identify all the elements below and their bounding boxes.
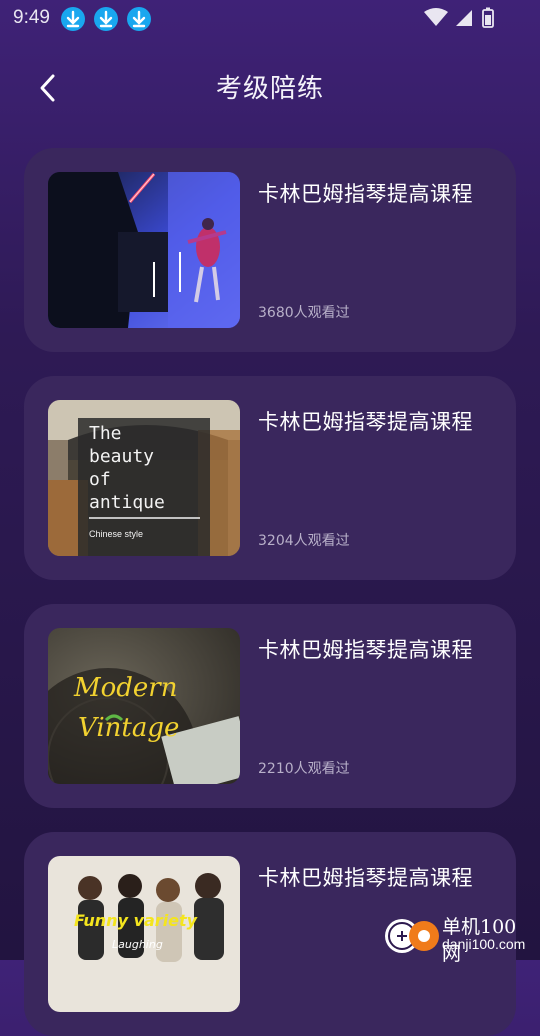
download-icon [61, 7, 85, 31]
course-title: 卡林巴姆指琴提高课程 [258, 866, 473, 890]
thumb-text-line: Funny variety [74, 911, 198, 930]
thumb-text-line: beauty [89, 446, 154, 467]
course-views: 3204人观看过 [258, 533, 350, 549]
course-thumbnail: Funny variety Laughing [48, 856, 240, 1012]
signal-icon [456, 10, 472, 26]
course-title: 卡林巴姆指琴提高课程 [258, 182, 473, 206]
status-bar: 9:49 [0, 0, 540, 36]
battery-icon [482, 7, 494, 28]
thumb-text-line: Modern [73, 673, 177, 703]
thumb-text-line: of [89, 469, 111, 490]
course-thumbnail: Modern Vintage [48, 628, 240, 784]
course-title: 卡林巴姆指琴提高课程 [258, 410, 473, 434]
download-icon [94, 7, 118, 31]
course-thumbnail: The beauty of antique Chinese style [48, 400, 240, 556]
status-time: 9:49 [13, 7, 50, 28]
download-icon [127, 7, 151, 31]
course-views: 3680人观看过 [258, 305, 350, 321]
course-thumbnail [48, 172, 240, 328]
thumb-text-line: Laughing [112, 938, 163, 951]
course-views: 2210人观看过 [258, 761, 350, 777]
course-title: 卡林巴姆指琴提高课程 [258, 638, 473, 662]
thumb-text-line: Vintage [78, 713, 179, 743]
header: 考级陪练 [0, 58, 540, 118]
wifi-icon [424, 8, 448, 26]
course-card[interactable]: The beauty of antique Chinese style 卡林巴姆… [24, 376, 516, 580]
thumb-text-line: The [89, 423, 122, 444]
watermark-url: danji100.com [442, 936, 526, 952]
thumb-subtext: Chinese style [89, 529, 143, 539]
page-title: 考级陪练 [215, 74, 324, 104]
course-card[interactable]: Modern Vintage 卡林巴姆指琴提高课程 2210人观看过 [24, 604, 516, 808]
watermark-logo: 单机100网 danji100.com [384, 912, 534, 965]
status-icons [422, 6, 502, 34]
course-card[interactable]: 卡林巴姆指琴提高课程 3680人观看过 [24, 148, 516, 352]
thumb-text-line: antique [89, 492, 165, 513]
watermark-logo-icon [385, 919, 439, 953]
